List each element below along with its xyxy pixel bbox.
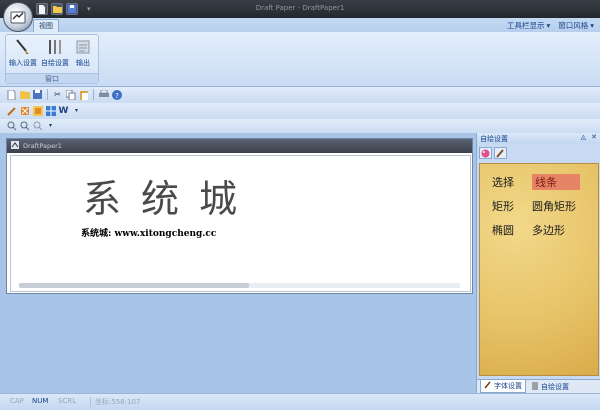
pin-icon[interactable]: ◬ <box>581 133 586 141</box>
tab-view[interactable]: 视图 <box>33 19 59 32</box>
zoom-toolbar: ▾ <box>0 119 600 133</box>
print-icon[interactable] <box>98 89 109 100</box>
input-settings-label: 输入设置 <box>9 59 37 67</box>
status-scrl: SCRL <box>58 397 77 405</box>
ribbon-panel: 输入设置 自绘设置 输出 窗口 <box>0 32 600 87</box>
brush-icon <box>484 381 492 391</box>
window-style-label: 窗口风格 <box>558 21 589 30</box>
color-palette-icon[interactable] <box>479 147 492 159</box>
help-icon[interactable]: ? <box>111 89 122 100</box>
panel-tab-bar: 字体设置 自绘设置 <box>477 379 600 393</box>
shape-option[interactable]: 线条 <box>532 174 580 190</box>
ribbon-tab-row: 视图 工具栏显示 ▾ 窗口风格 ▾ <box>0 18 600 32</box>
output-button[interactable]: 输出 <box>70 38 96 72</box>
ribbon-right-options: 工具栏显示 ▾ 窗口风格 ▾ <box>507 20 594 31</box>
drawing-canvas[interactable]: 系统城 系统城: www.xitongcheng.cc <box>10 155 471 292</box>
chevron-down-icon: ▾ <box>590 21 594 30</box>
shape-option[interactable]: 矩形 <box>492 198 530 214</box>
svg-text:?: ? <box>115 92 119 100</box>
window-title: Draft Paper - DraftPaper1 <box>255 4 345 12</box>
tab-font-settings-label: 字体设置 <box>494 382 522 390</box>
app-logo-icon <box>10 11 26 24</box>
zoom-out-icon[interactable] <box>19 120 30 131</box>
typed-caption: 系统城: www.xitongcheng.cc <box>81 229 217 239</box>
handwritten-text: 系统城 <box>83 177 258 221</box>
close-icon[interactable]: ✕ <box>591 133 597 141</box>
document-tab[interactable]: DraftPaper1 <box>7 139 472 153</box>
window-style-menu[interactable]: 窗口风格 ▾ <box>558 20 594 31</box>
zoom-fit-icon[interactable] <box>32 120 43 131</box>
document-window: DraftPaper1 系统城 系统城: www.xitongcheng.cc <box>6 138 473 294</box>
pencils-icon <box>531 381 539 392</box>
panel-toolbar <box>479 147 507 159</box>
brush-settings-icon[interactable] <box>494 147 507 159</box>
status-coordinates: 坐标:558:107 <box>90 397 140 407</box>
standard-toolbar: ✂ ? <box>0 87 600 103</box>
panel-title: 自绘设置 <box>480 135 508 143</box>
draw-settings-panel: 自绘设置 ◬ ✕ 选择 线条 矩形 圆角矩形 椭圆 多边形 字体设置 自绘设置 <box>476 133 600 393</box>
new-icon[interactable] <box>6 89 17 100</box>
output-icon <box>73 38 93 56</box>
pencils-icon <box>45 38 65 56</box>
draw-settings-button[interactable]: 自绘设置 <box>40 38 70 72</box>
tab-draw-settings-label: 自绘设置 <box>541 382 569 391</box>
tab-draw-settings[interactable]: 自绘设置 <box>528 380 572 393</box>
scrollbar-thumb[interactable] <box>19 283 249 288</box>
ribbon-group-window: 输入设置 自绘设置 输出 窗口 <box>5 34 99 84</box>
title-bar: ▾ Draft Paper - DraftPaper1 <box>0 0 600 18</box>
zoom-in-icon[interactable] <box>6 120 17 131</box>
app-menu-button[interactable] <box>3 2 33 32</box>
paste-icon[interactable] <box>78 89 89 100</box>
document-tab-title: DraftPaper1 <box>23 142 62 150</box>
status-bar: CAP NUM SCRL 坐标:558:107 <box>0 393 600 410</box>
panel-header: 自绘设置 ◬ ✕ <box>477 133 600 144</box>
status-num: NUM <box>32 397 49 405</box>
shape-palette: 选择 线条 矩形 圆角矩形 椭圆 多边形 <box>479 163 599 376</box>
toolbar-separator <box>93 89 94 100</box>
save-icon[interactable] <box>32 89 43 100</box>
status-cap: CAP <box>10 397 24 405</box>
cut-icon[interactable]: ✂ <box>52 89 63 100</box>
shape-option[interactable]: 椭圆 <box>492 222 530 238</box>
toolbar-separator <box>47 89 48 100</box>
copy-icon[interactable] <box>65 89 76 100</box>
shape-option[interactable]: 选择 <box>492 174 530 190</box>
tab-font-settings[interactable]: 字体设置 <box>480 380 526 393</box>
input-settings-button[interactable]: 输入设置 <box>8 38 38 72</box>
document-icon <box>11 141 19 151</box>
layout-icon[interactable] <box>32 105 43 116</box>
toolbar-display-menu[interactable]: 工具栏显示 ▾ <box>507 20 550 31</box>
output-label: 输出 <box>76 59 90 67</box>
eraser-icon[interactable] <box>19 105 30 116</box>
chevron-down-icon[interactable]: ▾ <box>45 120 56 131</box>
drawing-toolbar: W ▾ <box>0 103 600 119</box>
shape-option[interactable]: 多边形 <box>532 222 580 238</box>
draw-settings-label: 自绘设置 <box>41 59 69 67</box>
grid-icon[interactable] <box>45 105 56 116</box>
word-export-icon[interactable]: W <box>58 105 69 116</box>
brush-icon <box>13 38 33 56</box>
horizontal-scrollbar[interactable] <box>19 283 460 288</box>
chevron-down-icon[interactable]: ▾ <box>71 105 82 116</box>
shape-list: 选择 线条 矩形 圆角矩形 椭圆 多边形 <box>492 174 580 238</box>
group-label-window: 窗口 <box>6 73 98 83</box>
toolbar-display-label: 工具栏显示 <box>506 21 545 30</box>
pen-tool-icon[interactable] <box>6 105 17 116</box>
chevron-down-icon: ▾ <box>546 21 551 30</box>
shape-option[interactable]: 圆角矩形 <box>532 198 580 214</box>
open-folder-icon[interactable] <box>19 89 30 100</box>
